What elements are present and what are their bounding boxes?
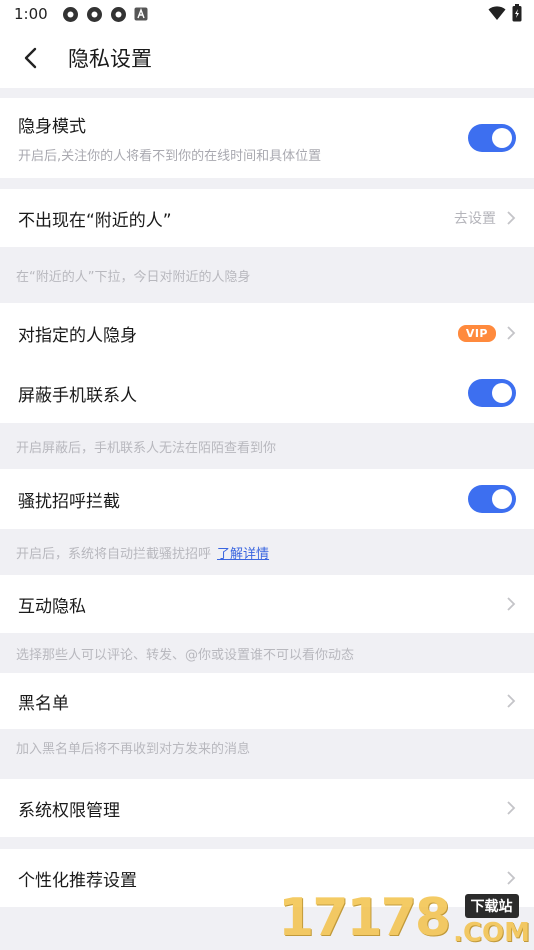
block-contacts-note: 开启屏蔽后，手机联系人无法在陌陌查看到你: [16, 440, 277, 456]
harass-block-note-text: 开启后，系统将自动拦截骚扰招呼: [16, 546, 212, 562]
hide-nearby-row[interactable]: 不出现在“附近的人” 去设置: [0, 189, 534, 247]
stealth-mode-row: 隐身模式 开启后,关注你的人将看不到你的在线时间和具体位置: [0, 98, 534, 178]
system-permissions-row[interactable]: 系统权限管理: [0, 779, 534, 837]
chevron-right-icon: [507, 801, 516, 815]
font-notification-icon: [134, 7, 148, 21]
blacklist-title: 黑名单: [18, 693, 69, 714]
learn-more-link[interactable]: 了解详情: [217, 543, 269, 562]
header-bar: 隐私设置: [0, 28, 534, 88]
harass-block-row: 骚扰招呼拦截: [0, 469, 534, 529]
hide-nearby-title: 不出现在“附近的人”: [18, 210, 172, 231]
watermark-tag: 下载站: [464, 894, 519, 918]
watermark-tag-box: 下载站 .COM: [453, 894, 530, 948]
harass-block-toggle[interactable]: [468, 485, 516, 513]
watermark-suffix: .COM: [453, 918, 530, 948]
hide-nearby-note: 在“附近的人”下拉，今日对附近的人隐身: [16, 269, 251, 285]
notification-icons: [62, 6, 148, 23]
status-time: 1:00: [14, 5, 48, 23]
blacklist-note: 加入黑名单后将不再收到对方发来的消息: [16, 741, 251, 757]
watermark-number: 17178: [278, 888, 451, 948]
vip-badge: VIP: [457, 324, 496, 342]
interaction-privacy-row[interactable]: 互动隐私: [0, 575, 534, 633]
blacklist-row[interactable]: 黑名单: [0, 673, 534, 729]
watermark-logo: 17178 下载站 .COM: [278, 888, 530, 948]
app-notification-icon: [62, 6, 78, 22]
battery-icon: [512, 4, 522, 22]
system-icons: [488, 4, 522, 22]
stealth-mode-toggle[interactable]: [468, 124, 516, 152]
chevron-right-icon: [507, 871, 516, 885]
block-contacts-row: 屏蔽手机联系人: [0, 363, 534, 423]
wifi-icon: [488, 6, 506, 20]
app-notification-icon: [86, 6, 102, 22]
hide-from-specific-row[interactable]: 对指定的人隐身 VIP: [0, 303, 534, 363]
block-contacts-title: 屏蔽手机联系人: [18, 385, 137, 406]
stealth-mode-title: 隐身模式: [18, 117, 86, 137]
hide-from-specific-title: 对指定的人隐身: [18, 325, 137, 346]
interaction-privacy-title: 互动隐私: [18, 596, 86, 617]
chevron-right-icon: [507, 694, 516, 708]
interaction-privacy-note: 选择那些人可以评论、转发、@你或设置谁不可以看你动态: [16, 647, 355, 663]
harass-block-title: 骚扰招呼拦截: [18, 491, 120, 512]
chevron-right-icon: [507, 597, 516, 611]
personalized-recommend-title: 个性化推荐设置: [18, 870, 137, 891]
status-bar: 1:00: [0, 0, 534, 28]
block-contacts-toggle[interactable]: [468, 379, 516, 407]
page-title: 隐私设置: [68, 47, 152, 71]
stealth-mode-subtitle: 开启后,关注你的人将看不到你的在线时间和具体位置: [18, 149, 322, 164]
chevron-right-icon: [507, 326, 516, 340]
back-arrow-icon: [24, 47, 37, 69]
privacy-settings-screen: 1:00 隐私设置 隐身模式 开启后,关注你的人将看不到你的在线时间和具体位置 …: [0, 0, 534, 950]
chevron-right-icon: [507, 211, 516, 225]
system-permissions-title: 系统权限管理: [18, 800, 120, 821]
back-button[interactable]: [0, 28, 60, 88]
hide-nearby-hint: 去设置: [454, 211, 496, 227]
app-notification-icon: [110, 6, 126, 22]
harass-block-note: 开启后，系统将自动拦截骚扰招呼 了解详情: [0, 529, 534, 575]
